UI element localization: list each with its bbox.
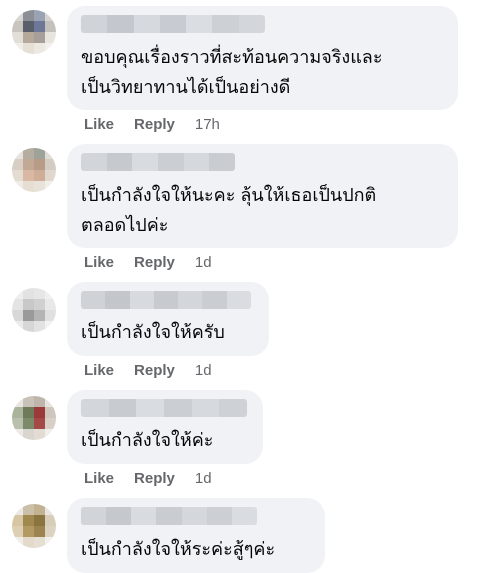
comment-text-line: เป็นกำลังใจให้นะคะ ลุ้นให้เธอเป็นปกติ [81,185,377,205]
avatar[interactable] [12,10,56,54]
avatar[interactable] [12,504,56,548]
comment-actions: Like Reply 1d [84,362,212,379]
comment-text-line: เป็นวิทยาทานได้เป็นอย่างดี [81,77,291,97]
commenter-name-blurred[interactable] [81,507,257,525]
timestamp[interactable]: 1d [195,362,212,379]
commenter-name-blurred[interactable] [81,15,265,33]
reply-button[interactable]: Reply [134,362,175,379]
comment-text-line: เป็นกำลังใจให้ค่ะ [81,430,214,450]
comment-bubble: เป็นกำลังใจให้ค่ะ [67,390,263,464]
reply-button[interactable]: Reply [134,116,175,133]
comment-text-line: เป็นกำลังใจให้ครับ [81,322,225,342]
commenter-name-blurred[interactable] [81,291,251,309]
reply-button[interactable]: Reply [134,254,175,271]
comment-bubble: เป็นกำลังใจให้ครับ [67,282,269,356]
comment-text-line: เป็นกำลังใจให้ระค่ะสู้ๆค่ะ [81,539,276,559]
commenter-name-blurred[interactable] [81,153,235,171]
comment-actions: Like Reply 17h [84,116,220,133]
like-button[interactable]: Like [84,116,114,133]
comment-text-line: ขอบคุณเรื่องราวที่สะท้อนความจริงและ [81,47,383,67]
timestamp[interactable]: 1d [195,470,212,487]
like-button[interactable]: Like [84,254,114,271]
reply-button[interactable]: Reply [134,470,175,487]
comment-bubble: เป็นกำลังใจให้ระค่ะสู้ๆค่ะ [67,498,325,573]
timestamp[interactable]: 1d [195,254,212,271]
avatar[interactable] [12,288,56,332]
comment-text-line: ตลอดไปค่ะ [81,215,169,235]
comment-bubble: ขอบคุณเรื่องราวที่สะท้อนความจริงและ เป็น… [67,6,458,110]
like-button[interactable]: Like [84,362,114,379]
timestamp[interactable]: 17h [195,116,220,133]
comment-actions: Like Reply 1d [84,254,212,271]
comment-actions: Like Reply 1d [84,470,212,487]
like-button[interactable]: Like [84,470,114,487]
avatar[interactable] [12,148,56,192]
comment-bubble: เป็นกำลังใจให้นะคะ ลุ้นให้เธอเป็นปกติ ตล… [67,144,458,248]
avatar[interactable] [12,396,56,440]
commenter-name-blurred[interactable] [81,399,247,417]
